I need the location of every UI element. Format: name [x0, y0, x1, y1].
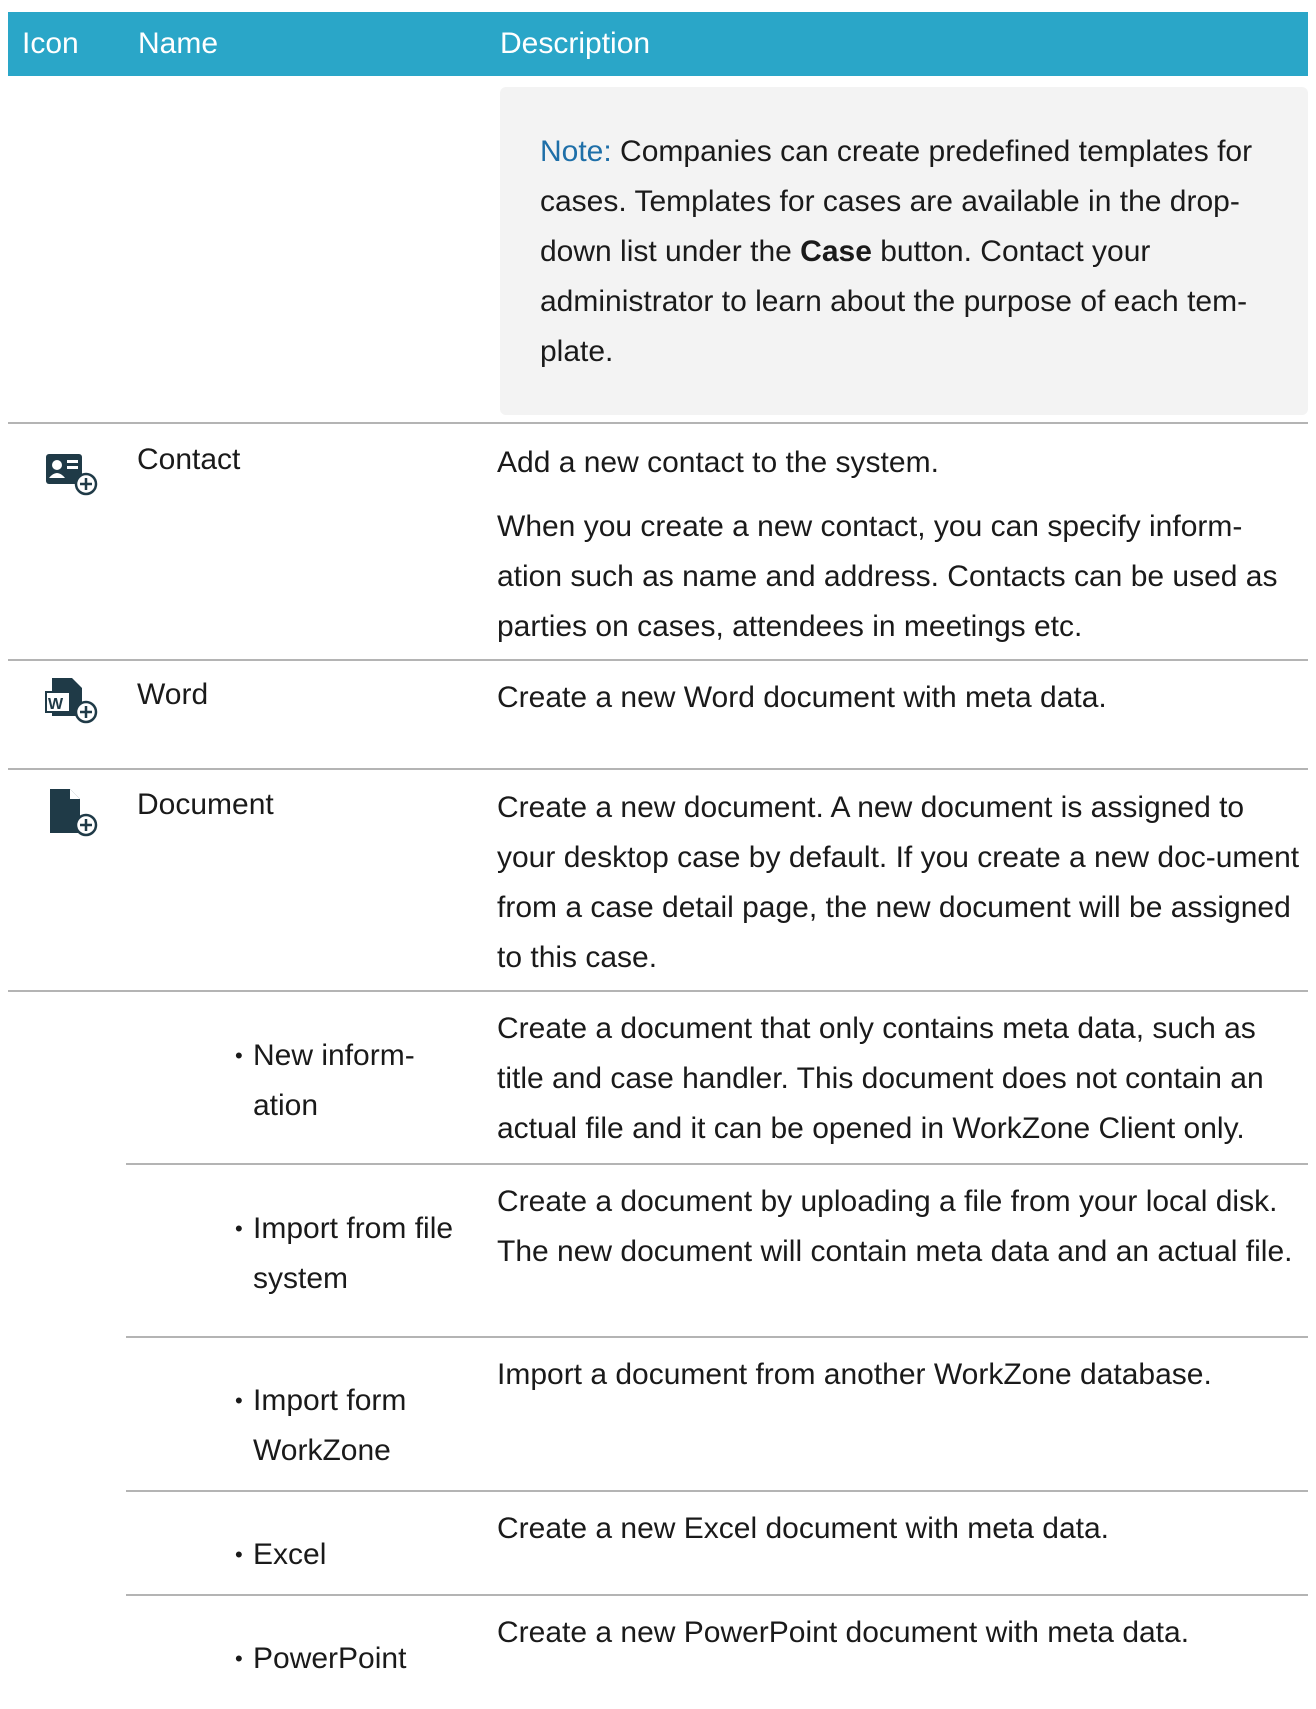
subrow-desc-powerpoint: Create a new PowerPoint document with me…	[497, 1616, 1190, 1649]
contact-add-icon	[44, 450, 98, 501]
row-name-contact: Contact	[137, 443, 241, 476]
document-add-icon	[46, 787, 98, 842]
word-add-icon: W	[44, 676, 98, 729]
table-header: Icon Name Description	[8, 12, 1308, 76]
header-description-col: Description	[500, 27, 651, 60]
subrow-desc-new-information: Create a document that only contains met…	[497, 1012, 1264, 1145]
subrow-name-import-workzone: Import form WorkZone	[235, 1376, 473, 1476]
subrow-desc-import-workzone: Import a document from another WorkZone …	[497, 1358, 1212, 1391]
row-name-word: Word	[137, 678, 209, 711]
svg-text:W: W	[48, 696, 64, 713]
subrow-name-excel: Excel	[235, 1530, 473, 1580]
note-text: Note: Companies can create predefined te…	[540, 127, 1280, 377]
row-desc-document: Create a new document. A new document is…	[497, 791, 1300, 974]
note-strong: Case	[800, 235, 872, 268]
subrow-divider	[126, 1336, 1308, 1338]
subrow-desc-excel: Create a new Excel document with meta da…	[497, 1512, 1109, 1545]
row-divider	[8, 768, 1308, 770]
header-name-col: Name	[138, 27, 219, 60]
row-divider	[8, 659, 1308, 661]
subrow-desc-import-file-system: Create a document by uploading a file fr…	[497, 1185, 1293, 1268]
subrow-name-new-information: New inform-ation	[235, 1031, 468, 1131]
subrow-name-import-file-system: Import from file system	[235, 1204, 488, 1304]
row-desc-contact-1: Add a new contact to the system.	[497, 446, 939, 479]
note-label: Note:	[540, 135, 612, 168]
row-name-document: Document	[137, 788, 274, 821]
row-desc-contact-2: When you create a new contact, you can s…	[497, 510, 1278, 643]
row-divider	[8, 422, 1308, 424]
subrow-divider	[126, 1490, 1308, 1492]
row-desc-word: Create a new Word document with meta dat…	[497, 681, 1107, 714]
subrow-divider	[126, 1594, 1308, 1596]
row-divider	[8, 990, 1308, 992]
subrow-name-powerpoint: PowerPoint	[235, 1634, 473, 1684]
subrow-divider	[126, 1163, 1308, 1165]
header-icon-col: Icon	[22, 27, 79, 60]
